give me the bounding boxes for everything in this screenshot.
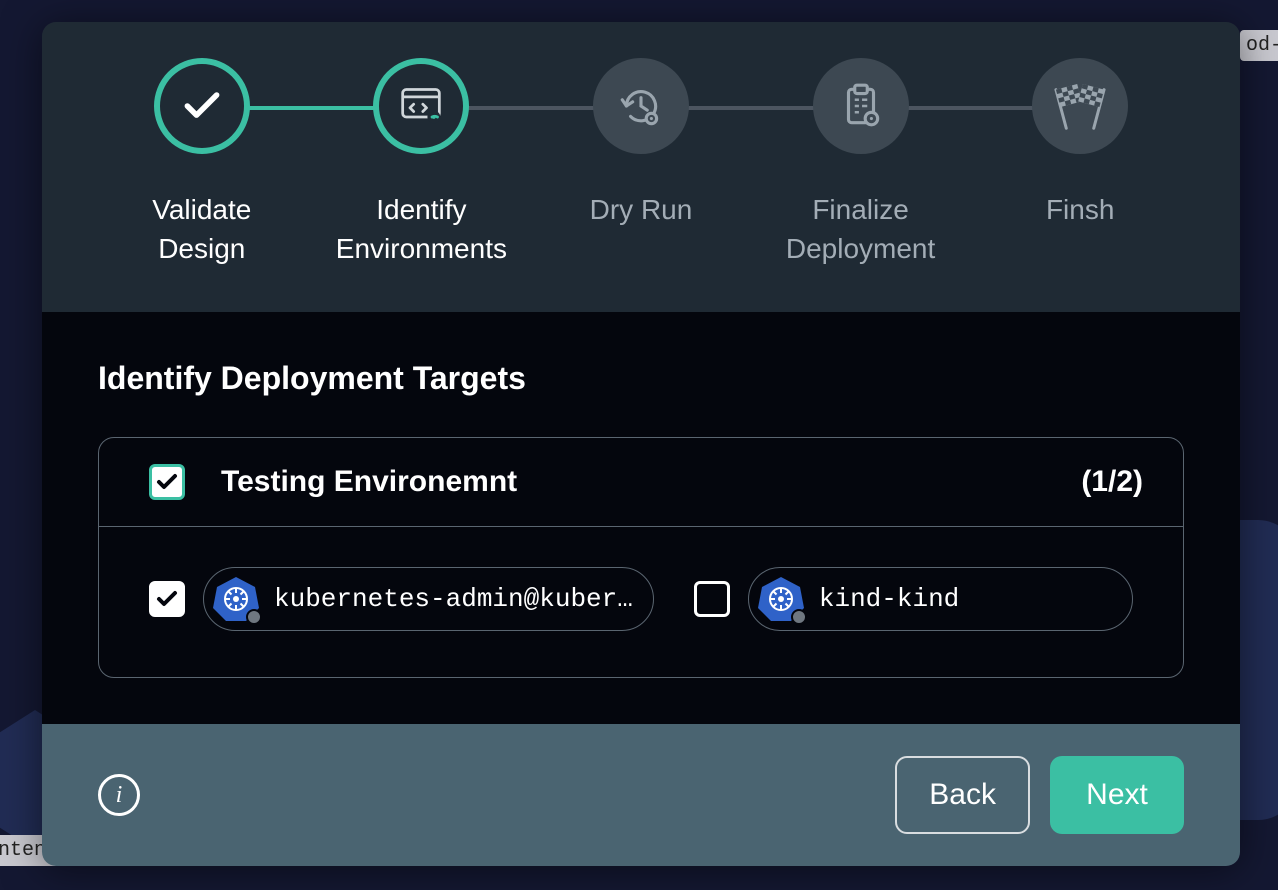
environment-name: Testing Environemnt [221, 465, 1045, 499]
step-dry-run[interactable]: Dry Run [531, 58, 751, 229]
clipboard-gear-icon [836, 81, 886, 131]
target-name: kind-kind [819, 584, 959, 614]
environment-checkbox[interactable] [149, 464, 185, 500]
step-finish[interactable]: Finsh [970, 58, 1190, 229]
next-button[interactable]: Next [1050, 756, 1184, 834]
info-icon: i [116, 782, 123, 809]
section-title: Identify Deployment Targets [98, 360, 1184, 397]
target-checkbox[interactable] [694, 581, 730, 617]
target-row: kind-kind [694, 567, 1133, 631]
wizard-stepper: Validate Design Identify Environments [42, 22, 1240, 312]
step-label: Validate Design [152, 190, 251, 268]
step-finalize-deployment[interactable]: Finalize Deployment [751, 58, 971, 268]
step-label: Identify Environments [336, 190, 507, 268]
target-name: kubernetes-admin@kuber… [274, 584, 633, 614]
target-checkbox[interactable] [149, 581, 185, 617]
step-label: Finsh [1046, 190, 1114, 229]
wizard-footer: i Back Next [42, 724, 1240, 866]
step-identify-environments[interactable]: Identify Environments [312, 58, 532, 268]
step-label: Dry Run [590, 190, 693, 229]
environment-group: Testing Environemnt (1/2) [98, 437, 1184, 678]
step-label: Finalize Deployment [786, 190, 935, 268]
target-chip[interactable]: kubernetes-admin@kuber… [203, 567, 654, 631]
info-button[interactable]: i [98, 774, 140, 816]
target-chip[interactable]: kind-kind [748, 567, 1133, 631]
bg-node-tag: od- [1240, 30, 1278, 61]
environment-selection-count: (1/2) [1081, 465, 1143, 499]
checkmark-icon [180, 84, 224, 128]
history-gear-icon [616, 81, 666, 131]
deployment-wizard-dialog: Validate Design Identify Environments [42, 22, 1240, 866]
environment-targets: kubernetes-admin@kuber… [99, 527, 1183, 677]
step-validate-design[interactable]: Validate Design [92, 58, 312, 268]
wizard-content: Identify Deployment Targets Testing Envi… [42, 312, 1240, 724]
back-button[interactable]: Back [895, 756, 1030, 834]
code-gear-icon [399, 84, 443, 128]
checkered-flag-icon [1050, 79, 1110, 133]
environment-header: Testing Environemnt (1/2) [99, 438, 1183, 527]
target-row: kubernetes-admin@kuber… [149, 567, 654, 631]
